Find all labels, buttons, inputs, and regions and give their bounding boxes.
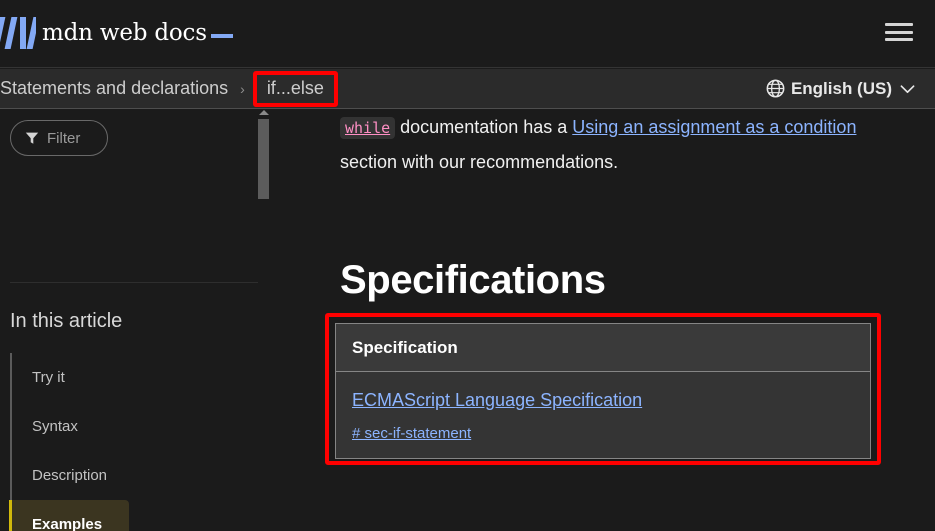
mdn-page: mdn web docs Statements and declarations… xyxy=(0,0,935,531)
mdn-m-logo-icon xyxy=(0,17,36,49)
sidebar: Filter In this article Try it Syntax Des… xyxy=(0,110,280,531)
sidebar-item-examples[interactable]: Examples xyxy=(9,500,129,531)
hamburger-menu-icon[interactable] xyxy=(885,20,913,44)
main-content: while documentation has a Using an assig… xyxy=(296,110,935,531)
breadcrumb-parent-link[interactable]: Statements and declarations xyxy=(0,78,234,99)
sidebar-item-label: Syntax xyxy=(32,418,78,435)
mdn-logo[interactable]: mdn web docs xyxy=(0,12,233,54)
sidebar-item-label: Examples xyxy=(32,516,103,531)
table-of-contents: Try it Syntax Description Examples Speci… xyxy=(9,353,270,531)
breadcrumb-current-item[interactable]: if...else xyxy=(257,78,334,99)
table-row: ECMAScript Language Specification # sec-… xyxy=(336,372,870,458)
in-this-article-heading: In this article xyxy=(10,310,123,332)
specifications-table-highlight: Specification ECMAScript Language Specif… xyxy=(325,313,881,465)
filter-placeholder: Filter xyxy=(47,129,81,147)
breadcrumb: Statements and declarations › if...else xyxy=(0,70,338,107)
filter-funnel-icon xyxy=(25,132,39,144)
site-header: mdn web docs xyxy=(0,0,935,68)
ecmascript-spec-link[interactable]: ECMAScript Language Specification xyxy=(352,390,854,411)
breadcrumb-bar: Statements and declarations › if...else … xyxy=(0,69,935,109)
while-code-link[interactable]: while xyxy=(340,117,396,139)
logo-text: mdn web docs xyxy=(42,20,233,46)
specifications-table: Specification ECMAScript Language Specif… xyxy=(335,323,871,459)
paragraph-text-before: documentation has a xyxy=(395,117,573,137)
using-assignment-condition-link[interactable]: Using an assignment as a condition xyxy=(572,117,856,137)
chevron-down-icon xyxy=(900,84,915,93)
sidebar-item-description[interactable]: Description xyxy=(12,451,270,500)
sidebar-item-label: Description xyxy=(32,467,108,484)
table-header-specification: Specification xyxy=(336,324,870,372)
intro-paragraph: while documentation has a Using an assig… xyxy=(340,110,896,179)
paragraph-text-after: section with our recommendations. xyxy=(340,152,619,172)
globe-icon xyxy=(766,79,785,98)
logo-cursor-icon xyxy=(210,34,233,38)
filter-input[interactable]: Filter xyxy=(10,120,108,156)
breadcrumb-separator-icon: › xyxy=(240,80,245,97)
language-label: English (US) xyxy=(790,78,892,98)
sidebar-item-try-it[interactable]: Try it xyxy=(12,353,270,402)
scroll-up-arrow-icon[interactable] xyxy=(259,110,269,115)
sidebar-item-syntax[interactable]: Syntax xyxy=(12,402,270,451)
scrollbar-thumb[interactable] xyxy=(258,119,269,199)
breadcrumb-current-highlight: if...else xyxy=(252,70,338,107)
sidebar-item-label: Try it xyxy=(32,369,65,386)
sec-if-statement-anchor-link[interactable]: # sec-if-statement xyxy=(352,425,854,442)
language-switcher[interactable]: English (US) xyxy=(766,79,915,99)
specifications-heading: Specifications xyxy=(340,258,606,302)
sidebar-scrollbar[interactable] xyxy=(258,110,270,220)
logo-text-label: mdn web docs xyxy=(42,20,207,46)
sidebar-divider xyxy=(10,282,258,283)
